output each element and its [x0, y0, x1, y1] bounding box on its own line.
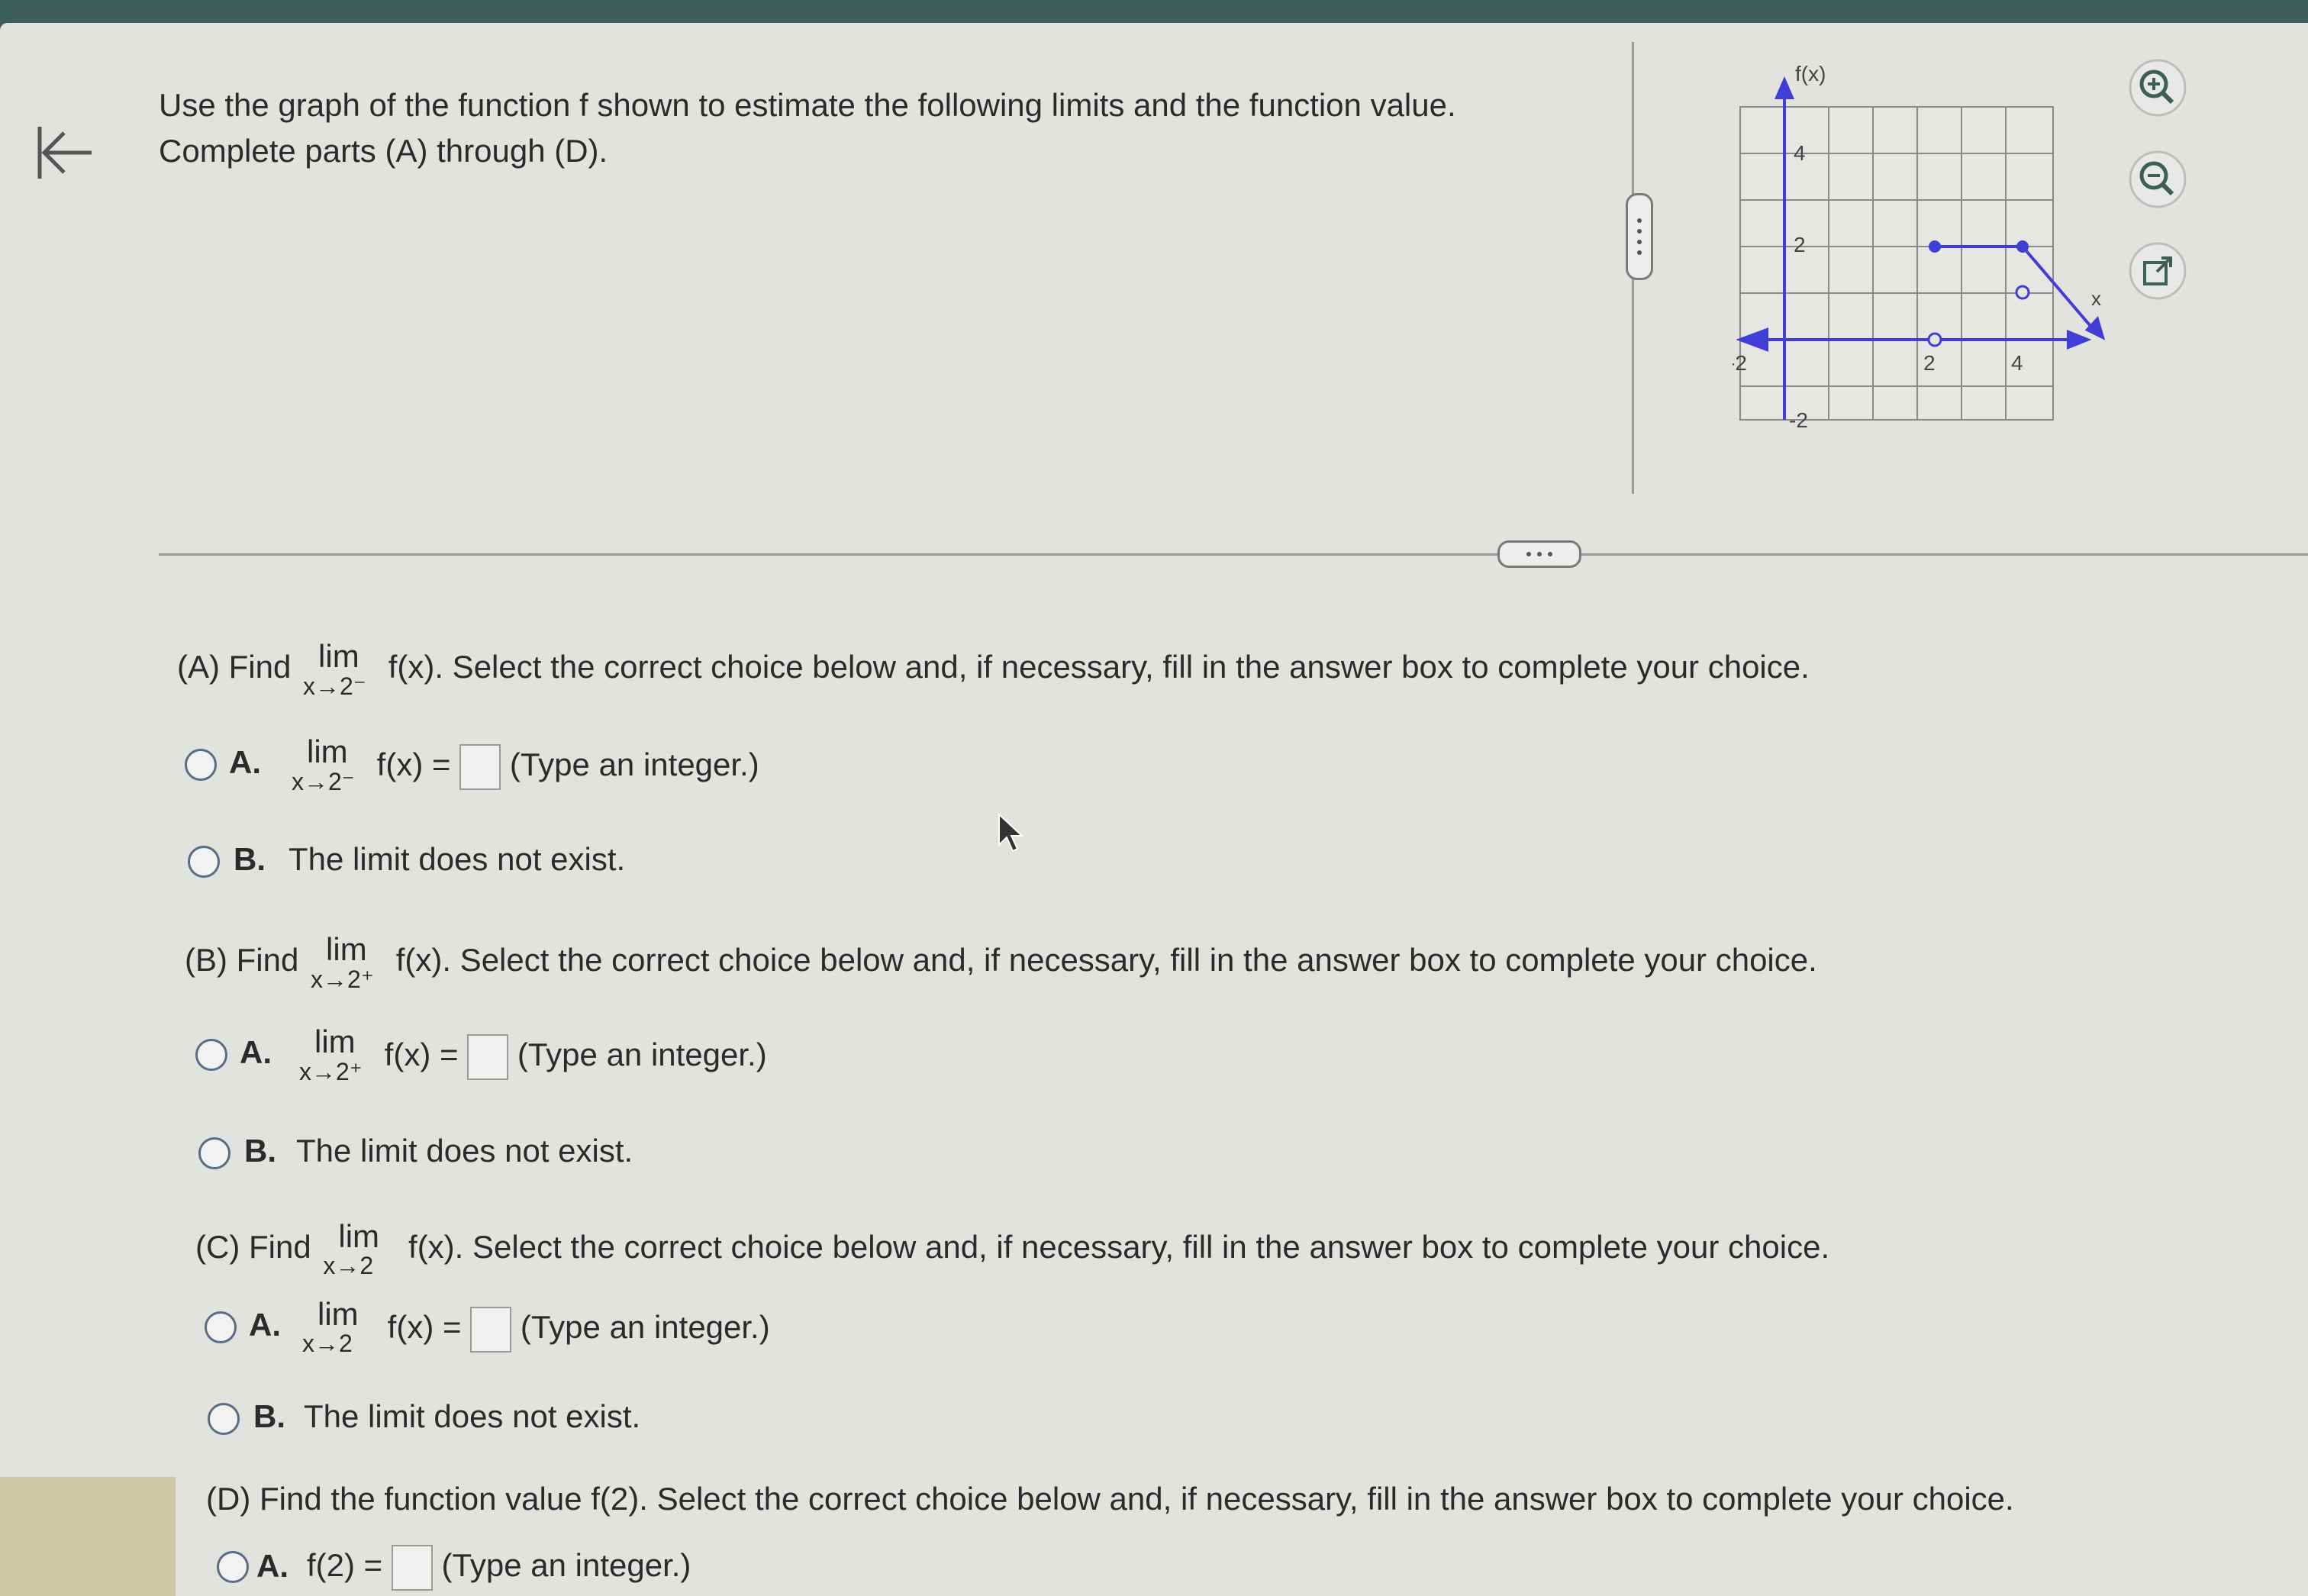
- choice-expression: f(x) =: [384, 1037, 459, 1073]
- lim-subscript: x→2⁻: [303, 672, 366, 700]
- choice-letter: A.: [256, 1548, 288, 1584]
- part-a-title: (A) Find lim x→2⁻ f(x). Select the correc…: [177, 638, 1810, 700]
- x-axis-label: x: [2091, 287, 2101, 310]
- part-title-prefix: (B) Find: [185, 942, 299, 978]
- choice-expression: f(2) =: [307, 1547, 383, 1584]
- y-tick-label: 2: [1794, 233, 1806, 256]
- lim-label: lim: [314, 1024, 356, 1059]
- part-b: (B) Find lim x→2⁺ f(x). Select the correc…: [185, 931, 1864, 1183]
- y-tick-label: 4: [1794, 141, 1806, 165]
- radio-button[interactable]: [185, 749, 217, 781]
- lim-subscript: x→2: [323, 1252, 374, 1279]
- answer-input-box[interactable]: [467, 1034, 509, 1080]
- choice-expression: f(x) =: [376, 746, 451, 783]
- zoom-in-icon[interactable]: [2123, 53, 2192, 122]
- part-title-prefix: (A) Find: [177, 649, 292, 685]
- open-point-2-0: [1927, 332, 1942, 347]
- radio-button[interactable]: [195, 1039, 227, 1071]
- lim-subscript: x→2⁺: [299, 1058, 363, 1085]
- lim-label: lim: [326, 931, 367, 967]
- choice-text: The limit does not exist.: [304, 1398, 641, 1434]
- lim-label: lim: [318, 638, 359, 674]
- part-title-prefix: (C) Find: [195, 1229, 311, 1265]
- part-title-suffix: f(x). Select the correct choice below an…: [388, 649, 1810, 685]
- choice-letter: A.: [229, 744, 261, 780]
- lim-label: lim: [307, 734, 348, 769]
- open-point-4-1: [2015, 285, 2030, 300]
- part-d-title: (D) Find the function value f(2). Select…: [206, 1481, 2014, 1517]
- part-c-title: (C) Find lim x→2 f(x). Select the correct…: [195, 1218, 1830, 1279]
- radio-button[interactable]: [198, 1137, 230, 1169]
- choice-text: The limit does not exist.: [288, 841, 626, 877]
- closed-point-2-2: [1929, 240, 1941, 253]
- choice-letter: A.: [249, 1307, 281, 1343]
- function-graph: f(x) x -2 2 4 4 2 -2: [1733, 62, 2106, 432]
- y-tick-label: -2: [1789, 408, 1808, 432]
- horizontal-resize-handle[interactable]: [1497, 540, 1581, 568]
- answer-input-box[interactable]: [391, 1545, 433, 1591]
- external-link-icon[interactable]: [2123, 237, 2192, 305]
- x-tick-label: 4: [2011, 351, 2023, 375]
- lim-subscript: x→2: [302, 1330, 353, 1357]
- choice-letter: B.: [244, 1133, 276, 1169]
- part-title-suffix: f(x). Select the correct choice below an…: [395, 942, 1817, 978]
- lim-subscript: x→2⁻: [292, 768, 355, 795]
- choice-letter: B.: [234, 841, 266, 877]
- bottom-strip: [0, 1477, 176, 1596]
- lim-label: lim: [318, 1296, 359, 1332]
- prompt-line-2: Complete parts (A) through (D).: [159, 133, 608, 169]
- part-title-suffix: f(x). Select the correct choice below an…: [408, 1229, 1830, 1265]
- answer-input-box[interactable]: [459, 744, 501, 790]
- radio-button[interactable]: [217, 1551, 249, 1583]
- choice-text: The limit does not exist.: [296, 1133, 633, 1169]
- prompt-line-1: Use the graph of the function f shown to…: [159, 87, 1456, 123]
- back-arrow-icon[interactable]: [34, 122, 95, 183]
- answer-input-box[interactable]: [470, 1307, 512, 1353]
- closed-point-4-2: [2016, 240, 2029, 253]
- part-c: (C) Find lim x→2 f(x). Select the correct…: [195, 1218, 1874, 1450]
- choice-hint: (Type an integer.): [520, 1309, 770, 1346]
- radio-button[interactable]: [205, 1311, 237, 1343]
- choice-hint: (Type an integer.): [509, 746, 759, 783]
- horizontal-divider: [159, 553, 2308, 556]
- radio-button[interactable]: [188, 846, 220, 878]
- x-tick-label: 2: [1923, 351, 1936, 375]
- part-d: (D) Find the function value f(2). Select…: [206, 1481, 2014, 1595]
- part-a: (A) Find lim x→2⁻ f(x). Select the correc…: [177, 626, 1856, 878]
- choice-hint: (Type an integer.): [441, 1547, 691, 1584]
- choice-letter: A.: [240, 1034, 272, 1070]
- lim-label: lim: [338, 1218, 380, 1254]
- y-axis-label: f(x): [1795, 62, 1826, 85]
- question-prompt: Use the graph of the function f shown to…: [159, 82, 1609, 174]
- x-tick-label: -2: [1733, 351, 1747, 375]
- part-b-title: (B) Find lim x→2⁺ f(x). Select the correc…: [185, 931, 1817, 993]
- choice-letter: B.: [253, 1398, 285, 1434]
- choice-hint: (Type an integer.): [517, 1037, 767, 1073]
- radio-button[interactable]: [208, 1403, 240, 1435]
- lim-subscript: x→2⁺: [311, 966, 374, 993]
- choice-expression: f(x) =: [387, 1309, 462, 1346]
- zoom-out-icon[interactable]: [2123, 145, 2192, 214]
- vertical-resize-handle[interactable]: [1626, 193, 1653, 280]
- mouse-cursor-icon: [998, 812, 1024, 853]
